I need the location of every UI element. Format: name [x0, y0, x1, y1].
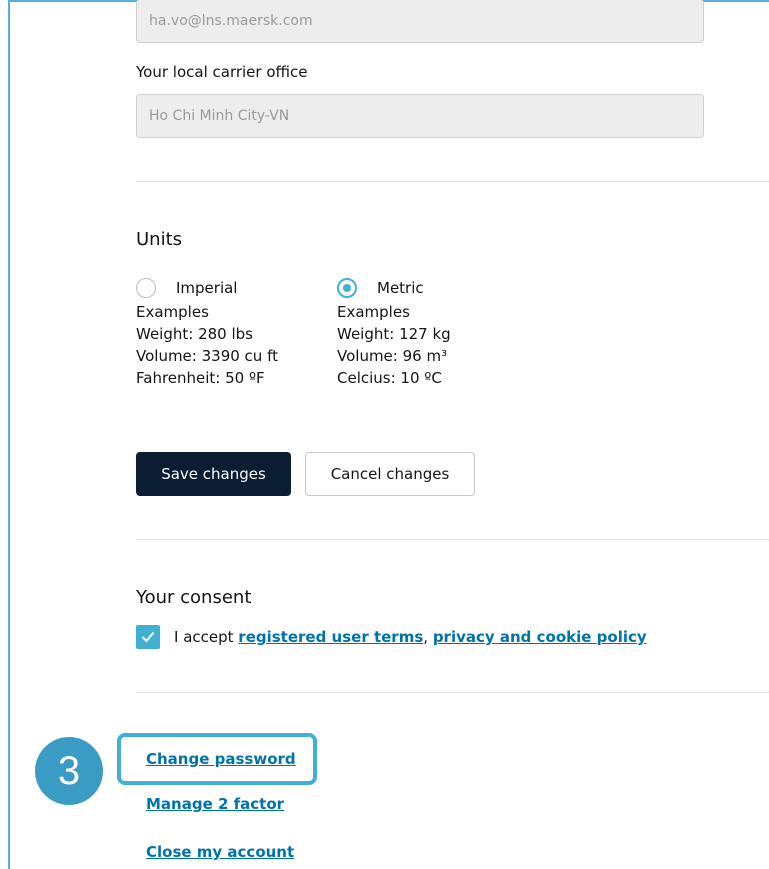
save-changes-button[interactable]: Save changes: [136, 452, 291, 496]
imperial-label[interactable]: Imperial: [176, 277, 237, 299]
manage-2-factor-link[interactable]: Manage 2 factor: [146, 795, 284, 813]
cancel-changes-button[interactable]: Cancel changes: [305, 452, 475, 496]
consent-heading: Your consent: [136, 587, 252, 608]
office-label: Your local carrier office: [136, 63, 308, 81]
consent-row: I accept registered user terms , privacy…: [136, 625, 647, 649]
imperial-temperature-example: Fahrenheit: 50 ºF: [136, 369, 265, 387]
step-number-badge: 3: [35, 737, 103, 805]
imperial-examples-title: Examples: [136, 303, 209, 321]
checkmark-icon: [141, 631, 155, 643]
metric-temperature-example: Celcius: 10 ºC: [337, 369, 442, 387]
metric-examples-title: Examples: [337, 303, 410, 321]
divider: [136, 692, 769, 693]
imperial-volume-example: Volume: 3390 cu ft: [136, 347, 278, 365]
units-heading: Units: [136, 229, 183, 250]
registered-user-terms-link[interactable]: registered user terms: [238, 628, 423, 646]
metric-label[interactable]: Metric: [377, 277, 424, 299]
consent-separator: ,: [423, 628, 429, 646]
divider: [136, 181, 769, 182]
metric-option: Metric Examples Weight: 127 kg Volume: 9…: [337, 275, 451, 389]
imperial-weight-example: Weight: 280 lbs: [136, 325, 253, 343]
metric-radio[interactable]: [337, 278, 357, 298]
close-account-link[interactable]: Close my account: [146, 843, 294, 861]
imperial-radio[interactable]: [136, 278, 156, 298]
email-field[interactable]: ha.vo@lns.maersk.com: [136, 0, 704, 43]
carrier-office-field[interactable]: Ho Chi Minh City-VN: [136, 94, 704, 138]
consent-prefix: I accept: [174, 628, 234, 646]
divider: [136, 539, 769, 540]
change-password-highlight: [117, 733, 317, 785]
privacy-cookie-policy-link[interactable]: privacy and cookie policy: [433, 628, 647, 646]
consent-checkbox[interactable]: [136, 625, 160, 649]
imperial-option: Imperial Examples Weight: 280 lbs Volume…: [136, 275, 278, 389]
metric-volume-example: Volume: 96 m³: [337, 347, 448, 365]
metric-weight-example: Weight: 127 kg: [337, 325, 451, 343]
